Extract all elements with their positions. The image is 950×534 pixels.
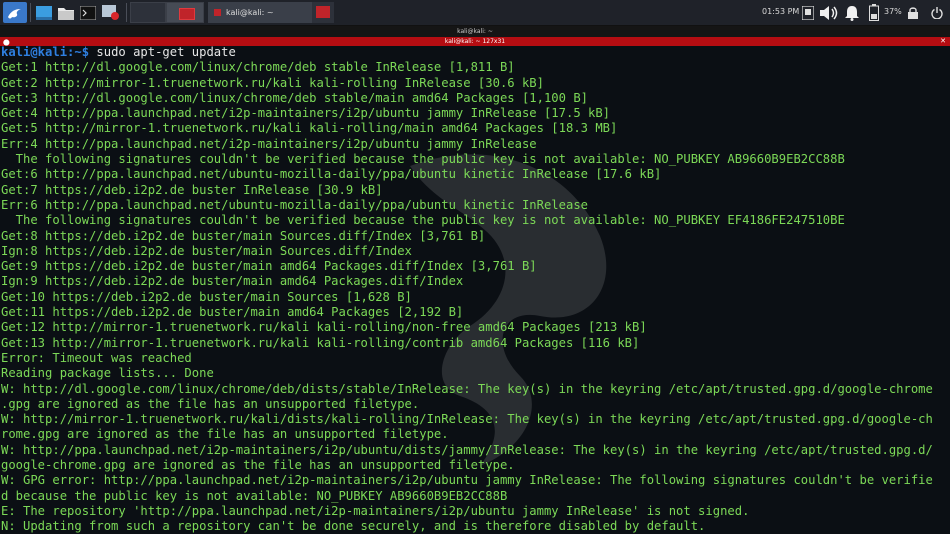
power-button[interactable] xyxy=(929,2,945,23)
output-line: Err:6 http://ppa.launchpad.net/ubuntu-mo… xyxy=(1,197,588,212)
output-line: W: http://ppa.launchpad.net/i2p-maintain… xyxy=(1,442,933,457)
folder-icon xyxy=(58,7,74,20)
workspace-2[interactable] xyxy=(166,2,204,23)
desktop-icon xyxy=(36,5,52,20)
taskbar: kali@kali: ~ 01:53 PM 37% xyxy=(0,0,950,26)
output-line: d because the public key is not availabl… xyxy=(1,488,508,503)
output-line: Get:10 https://deb.i2p2.de buster/main S… xyxy=(1,289,412,304)
lock-icon xyxy=(908,7,918,19)
output-line: Get:3 http://dl.google.com/linux/chrome/… xyxy=(1,90,588,105)
task-window-2[interactable] xyxy=(312,2,334,23)
output-line: google-chrome.gpg are ignored as the fil… xyxy=(1,458,515,473)
workspace-1[interactable] xyxy=(130,2,166,23)
output-line: Get:5 http://mirror-1.truenetwork.ru/kal… xyxy=(1,121,618,136)
output-line: Get:7 https://deb.i2p2.de buster InRelea… xyxy=(1,182,383,197)
lock-screen-button[interactable] xyxy=(906,2,920,23)
kali-dragon-icon xyxy=(8,8,21,18)
speaker-icon xyxy=(820,5,838,20)
power-icon xyxy=(931,6,943,19)
output-line: Get:9 https://deb.i2p2.de buster/main am… xyxy=(1,259,537,274)
output-line: Get:4 http://ppa.launchpad.net/i2p-maint… xyxy=(1,106,611,121)
clock[interactable]: 01:53 PM xyxy=(762,7,799,16)
volume-control[interactable] xyxy=(820,2,840,23)
battery-status[interactable] xyxy=(867,2,881,23)
show-desktop-button[interactable] xyxy=(34,2,54,23)
output-line: Get:11 https://deb.i2p2.de buster/main a… xyxy=(1,305,464,320)
command-text: sudo apt-get update xyxy=(89,46,236,59)
output-line: rome.gpg are ignored as the file has an … xyxy=(1,427,449,442)
output-line: Get:13 http://mirror-1.truenetwork.ru/ka… xyxy=(1,335,640,350)
network-icon xyxy=(802,5,814,20)
output-line: W: http://dl.google.com/linux/chrome/deb… xyxy=(1,381,933,396)
output-line: The following signatures couldn't be ver… xyxy=(1,213,845,228)
terminal-lines: kali@kali:~$ sudo apt-get update Get:1 h… xyxy=(1,46,933,534)
prompt-path: :~$ xyxy=(67,46,90,59)
notifications[interactable] xyxy=(843,2,861,23)
terminal-window-icon xyxy=(214,9,221,16)
output-line: E: The repository 'http://ppa.launchpad.… xyxy=(1,503,750,518)
terminal-launcher-button[interactable] xyxy=(78,2,98,23)
screen-recorder-button[interactable] xyxy=(100,2,122,23)
prompt-line: kali@kali:~$ sudo apt-get update xyxy=(1,46,933,60)
screen-recorder-icon xyxy=(102,4,119,20)
taskbar-separator xyxy=(30,3,31,22)
task-label: kali@kali: ~ xyxy=(226,8,274,17)
output-line: The following signatures couldn't be ver… xyxy=(1,152,845,167)
tab-close-icon[interactable]: ✕ xyxy=(940,37,946,46)
output-line: W: http://mirror-1.truenetwork.ru/kali/d… xyxy=(1,412,933,427)
output-line: N: Updating from such a repository can't… xyxy=(1,519,706,534)
battery-percent: 37% xyxy=(884,7,902,16)
tab-title: kali@kali: ~ 127x31 xyxy=(444,38,506,45)
output-line: Err:4 http://ppa.launchpad.net/i2p-maint… xyxy=(1,136,537,151)
output-line: Reading package lists... Done xyxy=(1,366,214,381)
output-line: Get:12 http://mirror-1.truenetwork.ru/ka… xyxy=(1,320,647,335)
output-line: Error: Timeout was reached xyxy=(1,350,192,365)
taskbar-separator xyxy=(126,3,127,22)
network-status[interactable] xyxy=(800,2,816,23)
output-line: Ign:8 https://deb.i2p2.de buster/main So… xyxy=(1,243,412,258)
battery-icon xyxy=(869,4,879,21)
output-line: Get:1 http://dl.google.com/linux/chrome/… xyxy=(1,60,515,75)
terminal-tab-bar[interactable]: ⬤ kali@kali: ~ 127x31 ✕ xyxy=(0,37,950,46)
bell-icon xyxy=(845,5,859,21)
output-line: Get:2 http://mirror-1.truenetwork.ru/kal… xyxy=(1,75,544,90)
window-title: kali@kali: ~ xyxy=(457,28,493,35)
output-line: Ign:9 https://deb.i2p2.de buster/main am… xyxy=(1,274,464,289)
task-terminal-window[interactable]: kali@kali: ~ xyxy=(208,2,312,23)
window-titlebar[interactable]: kali@kali: ~ xyxy=(0,26,950,37)
file-manager-button[interactable] xyxy=(56,2,76,23)
workspace-window-thumbnail xyxy=(179,8,195,20)
kali-menu-button[interactable] xyxy=(3,2,27,23)
terminal-output[interactable]: kali@kali:~$ sudo apt-get update Get:1 h… xyxy=(0,46,950,534)
prompt-user: kali@kali xyxy=(1,46,68,59)
output-line: Get:6 http://ppa.launchpad.net/ubuntu-mo… xyxy=(1,167,662,182)
output-line: .gpg are ignored as the file has an unsu… xyxy=(1,396,420,411)
terminal-icon xyxy=(80,5,96,20)
window-thumbnail xyxy=(316,6,330,18)
output-line: W: GPG error: http://ppa.launchpad.net/i… xyxy=(1,473,933,488)
output-line: Get:8 https://deb.i2p2.de buster/main So… xyxy=(1,228,486,243)
